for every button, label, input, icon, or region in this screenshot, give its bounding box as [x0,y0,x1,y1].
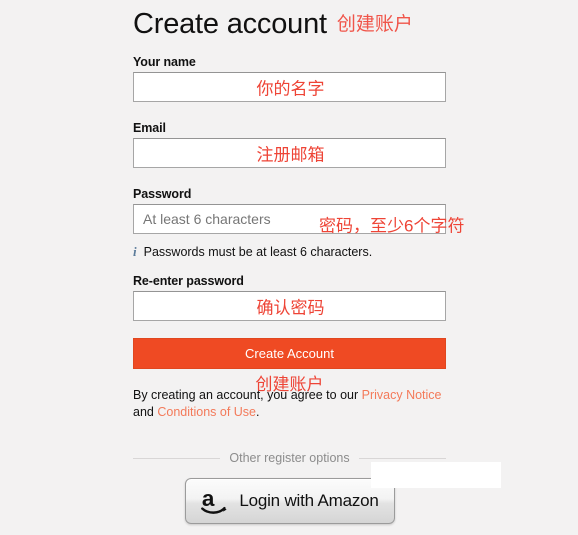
password-note-text: Passwords must be at least 6 characters. [143,245,373,259]
input-email[interactable]: 注册邮箱 [133,138,446,168]
field-reenter-password: Re-enter password 确认密码 [133,274,446,321]
field-your-name: Your name 你的名字 [133,55,446,102]
terms-prefix: By creating an account, you agree to our [133,388,362,402]
create-account-button-label: Create Account [245,346,334,361]
field-label-email: Email [133,121,166,135]
privacy-notice-link[interactable]: Privacy Notice [362,388,442,402]
field-email: Email 注册邮箱 [133,121,446,168]
divider-label: Other register options [229,451,350,465]
page-title-row: Create account 创建账户 [133,8,413,41]
annotation-your-name: 你的名字 [256,79,325,99]
password-note: i Passwords must be at least 6 characters… [133,244,372,260]
login-with-amazon-label: Login with Amazon [239,491,379,510]
divider-line-left [133,457,221,459]
field-label-reenter-password: Re-enter password [133,274,244,288]
page-title-annotation: 创建账户 [336,14,413,35]
input-password[interactable]: At least 6 characters [133,204,446,234]
info-icon: i [133,244,137,259]
redaction-overlay [371,462,501,488]
page-title: Create account [133,8,327,40]
amazon-logo-icon: a [201,486,228,516]
input-reenter-password[interactable]: 确认密码 [133,291,446,321]
placeholder-password: At least 6 characters [143,211,271,227]
terms-text: By creating an account, you agree to our… [133,387,446,421]
divider-line-right [358,457,447,459]
conditions-of-use-link[interactable]: Conditions of Use [157,405,256,419]
svg-text:a: a [202,486,215,511]
input-your-name[interactable]: 你的名字 [133,72,446,102]
create-account-button[interactable]: Create Account [133,338,446,369]
terms-conjunction: and [133,405,158,419]
terms-suffix: . [256,405,260,419]
annotation-email: 注册邮箱 [256,145,325,165]
field-label-password: Password [133,187,192,201]
field-password: Password At least 6 characters 密码，至少6个字符 [133,187,464,236]
annotation-reenter-password: 确认密码 [256,298,325,318]
login-with-amazon-button[interactable]: a Login with Amazon [185,478,395,524]
field-label-your-name: Your name [133,55,196,69]
